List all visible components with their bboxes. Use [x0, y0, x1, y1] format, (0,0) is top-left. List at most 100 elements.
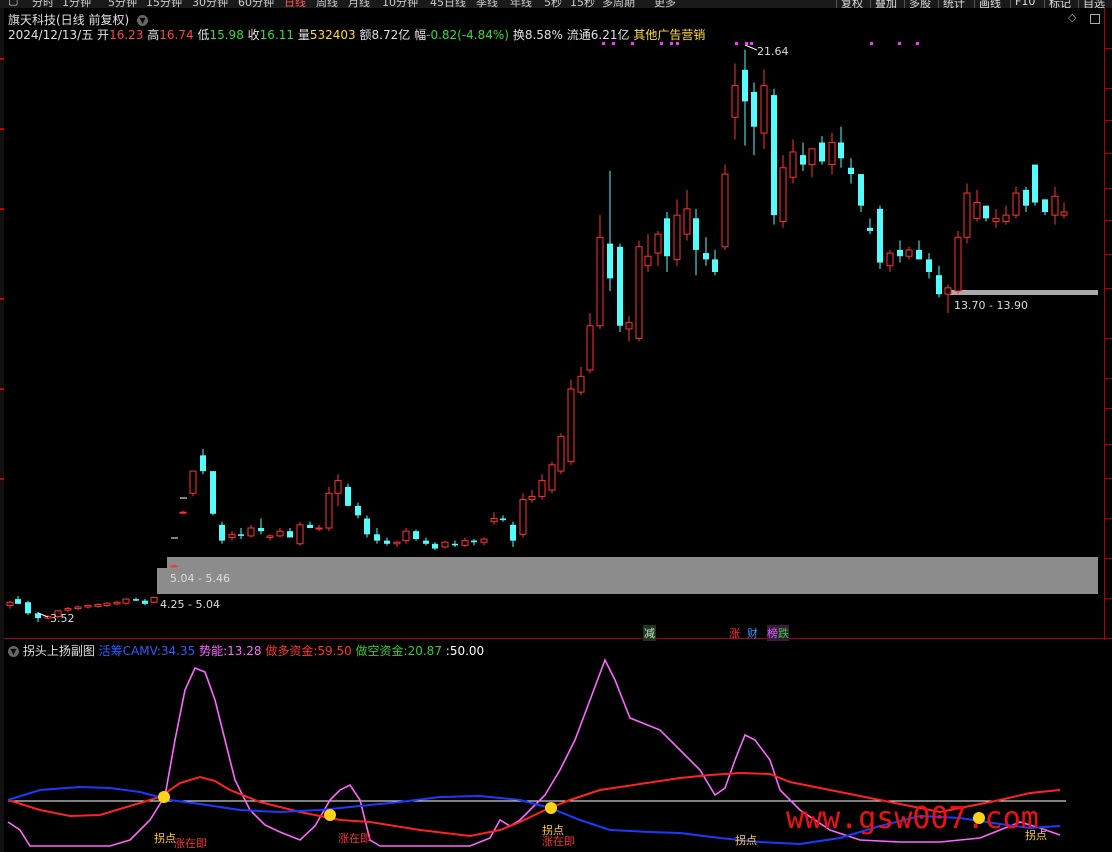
zone-label-3: 13.70 - 13.90	[954, 299, 1028, 312]
momentum-label: 势能:	[199, 644, 228, 658]
signal-rise-soon: 涨在即	[174, 837, 207, 850]
event-dot	[898, 42, 901, 45]
candle	[607, 170, 613, 291]
signal-turn: 拐点	[154, 832, 176, 845]
candle	[954, 230, 962, 295]
candle	[596, 215, 604, 329]
candle	[142, 599, 148, 606]
candle	[276, 528, 284, 538]
candle	[461, 537, 469, 547]
candle	[683, 189, 691, 241]
candle	[296, 521, 304, 546]
tag-fall[interactable]: 跌	[778, 625, 789, 641]
candle	[760, 69, 768, 149]
candle	[916, 240, 922, 260]
candle	[673, 199, 681, 266]
candle	[644, 234, 652, 273]
candle	[586, 313, 594, 374]
tag-finance[interactable]: 财	[747, 625, 758, 641]
candle	[944, 284, 952, 314]
candle	[345, 483, 351, 506]
candle	[538, 474, 546, 500]
candle	[258, 518, 264, 535]
candle	[654, 230, 662, 266]
candle	[74, 605, 82, 611]
candle	[1042, 199, 1048, 216]
candle	[789, 139, 797, 184]
candle	[800, 142, 806, 171]
event-dot	[676, 42, 679, 45]
candle	[334, 474, 342, 506]
candle	[848, 158, 854, 184]
candle	[266, 534, 274, 541]
tag-reduce[interactable]: 减	[643, 625, 656, 641]
short-fund-label: 做空资金:	[355, 644, 408, 658]
baseline-value: 50.00	[449, 644, 485, 658]
candle	[113, 600, 121, 606]
candle	[441, 540, 449, 549]
candle	[15, 595, 21, 604]
candle	[617, 243, 623, 333]
event-dot	[870, 42, 873, 45]
candle	[779, 155, 787, 228]
long-fund-label: 做多资金:	[265, 644, 318, 658]
camv-value: 34.35	[160, 644, 196, 658]
high-marker	[744, 44, 758, 51]
candle	[1032, 164, 1038, 206]
candle	[963, 183, 971, 244]
candle	[247, 524, 255, 538]
candle	[557, 433, 565, 475]
candle	[905, 246, 913, 260]
tag-rise[interactable]: 涨	[729, 625, 740, 641]
candle	[432, 542, 438, 551]
event-dot	[602, 42, 605, 45]
candle	[402, 528, 410, 544]
candle	[122, 598, 130, 605]
zone-band-2	[167, 557, 1098, 569]
candlestick-chart[interactable]	[0, 0, 1112, 640]
candle	[364, 515, 370, 538]
candle	[384, 537, 390, 546]
event-dot	[660, 42, 663, 45]
candle	[992, 208, 1000, 228]
candle	[1051, 186, 1059, 225]
candle	[374, 528, 380, 544]
zone-label-2: 5.04 - 5.46	[170, 572, 230, 585]
candle	[423, 537, 429, 546]
indicator-name: 拐头上扬副图	[22, 644, 95, 658]
tag-list[interactable]: 榜	[767, 625, 778, 641]
candle	[877, 205, 883, 269]
candle	[693, 208, 699, 276]
candle	[413, 529, 419, 541]
candle	[548, 461, 556, 494]
candle	[819, 136, 825, 165]
candle	[771, 88, 777, 225]
candle	[897, 240, 903, 263]
candle	[355, 502, 361, 519]
short-fund-value: 20.87	[407, 644, 442, 658]
candle	[510, 521, 516, 547]
candle	[808, 148, 816, 178]
zone-band-1	[157, 568, 1098, 594]
event-dot	[916, 42, 919, 45]
candle	[1023, 186, 1029, 212]
signal-rise-soon: 涨在即	[338, 832, 371, 845]
candle	[731, 63, 739, 140]
candle	[315, 524, 323, 532]
event-dot	[735, 42, 738, 45]
indicator-menu-icon[interactable]: ▼	[8, 646, 19, 657]
event-dot	[612, 42, 615, 45]
candle	[452, 540, 458, 547]
candle	[200, 449, 206, 475]
candle	[325, 486, 333, 532]
candle	[519, 493, 527, 538]
candle	[751, 82, 757, 156]
signal-turn: 拐点	[735, 834, 757, 847]
candle	[867, 218, 873, 235]
candle	[1002, 205, 1010, 225]
candle	[577, 366, 585, 396]
low-price-label: 3.52	[50, 612, 75, 625]
candle	[307, 521, 313, 528]
candle	[94, 603, 102, 608]
watermark: www.gsw007.com	[786, 801, 1039, 836]
